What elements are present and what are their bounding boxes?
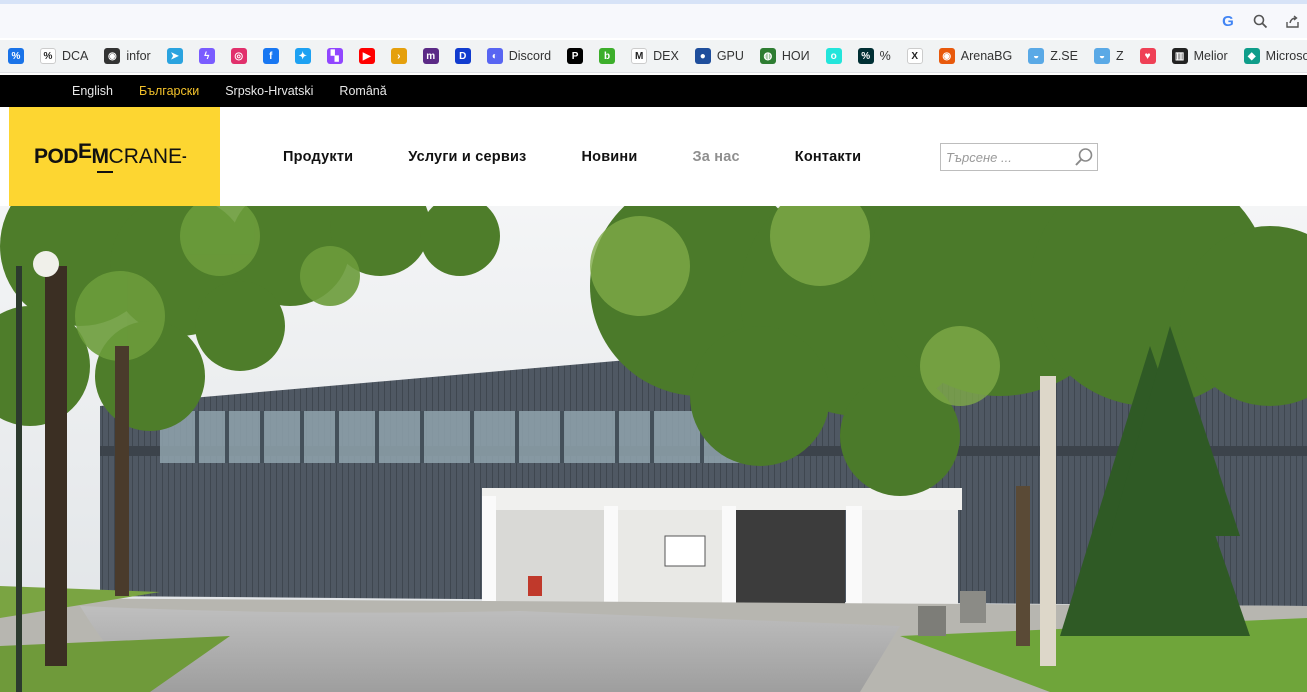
instagram-icon: ◎: [230, 48, 247, 64]
patreon-icon: P: [567, 48, 584, 64]
disney-icon: D: [454, 48, 471, 64]
bookmark-label: GPU: [716, 49, 744, 63]
bookmark--[interactable]: %%: [850, 40, 899, 72]
bookmark-instagram[interactable]: ◎: [223, 40, 255, 72]
m-icon: m: [422, 48, 439, 64]
bookmark-m[interactable]: m: [415, 40, 447, 72]
telegram-icon: ➤: [166, 48, 183, 64]
share-icon[interactable]: [1283, 12, 1301, 30]
bookmark-z[interactable]: ◒ Z: [1086, 40, 1132, 72]
nav-item[interactable]: Продукти: [283, 149, 353, 165]
bookmark-label: infor: [126, 49, 151, 63]
nav-item[interactable]: Услуги и сервиз: [408, 149, 526, 165]
bookmark-label: Discord: [508, 49, 552, 63]
bookmark-label: Melior: [1193, 49, 1228, 63]
language-link[interactable]: Български: [139, 84, 199, 98]
search-icon[interactable]: [1074, 147, 1094, 167]
bookmark-olx[interactable]: o: [818, 40, 850, 72]
facebook-icon: f: [262, 48, 279, 64]
olx-icon: o: [825, 48, 842, 64]
dex-icon: M: [631, 48, 648, 64]
bookmark-disney[interactable]: D: [447, 40, 479, 72]
search-input[interactable]: [941, 144, 1071, 170]
bookmark-patreon[interactable]: P: [559, 40, 591, 72]
bookmark-pocket[interactable]: ♥: [1132, 40, 1164, 72]
bookmark-plex[interactable]: ›: [383, 40, 415, 72]
bookmark-youtube[interactable]: ▶: [351, 40, 383, 72]
bookmark-facebook[interactable]: f: [255, 40, 287, 72]
percent-icon: %: [857, 48, 874, 64]
bookmark-label: DCA: [62, 49, 89, 63]
logo[interactable]: PODEMCRANE-: [9, 107, 220, 206]
main-nav: Продукти Услуги и сервиз Новини За нас Конта…: [283, 149, 861, 165]
browser-address-row: G: [0, 4, 1307, 38]
pocket-icon: ♥: [1139, 48, 1156, 64]
browser-toolbar-icons: G: [1219, 12, 1307, 30]
bookmark-gpu[interactable]: ● GPU: [687, 40, 752, 72]
globe-icon: ◉: [104, 48, 121, 64]
bookmark-telegram[interactable]: ➤: [159, 40, 191, 72]
twitter-icon: ✦: [294, 48, 311, 64]
bookmark-label: Microsof: [1265, 49, 1307, 63]
bookmark-microsof[interactable]: ◆ Microsof: [1236, 40, 1307, 72]
bookmark-label: Z.SE: [1050, 49, 1078, 63]
messenger-icon: ϟ: [198, 48, 215, 64]
language-link[interactable]: Srpsko-Hrvatski: [225, 84, 313, 98]
bookmark-dca[interactable]: % DCA: [32, 40, 96, 72]
hero-photo-building: [0, 206, 1307, 692]
discord-icon: ◐: [486, 48, 503, 64]
logo-wordmark: PODEMCRANE-: [34, 140, 187, 168]
bookmark-arenabg[interactable]: ◉ ArenaBG: [931, 40, 1020, 72]
language-link[interactable]: Română: [339, 84, 386, 98]
x-icon: X: [906, 48, 923, 64]
nav-item[interactable]: За нас: [693, 149, 740, 165]
language-link[interactable]: English: [72, 84, 113, 98]
b-icon: b: [599, 48, 616, 64]
arenabg-icon: ◉: [938, 48, 955, 64]
globe-icon: ●: [694, 48, 711, 64]
logo-underline: [97, 171, 113, 173]
drop-icon: ◒: [1028, 48, 1045, 64]
bookmark-percent[interactable]: %: [0, 40, 32, 72]
gem-icon: ◆: [1243, 48, 1260, 64]
bookmark-x[interactable]: X: [899, 40, 931, 72]
bookmark-label: ArenaBG: [960, 49, 1013, 63]
bookmark-infor[interactable]: ◉ infor: [96, 40, 158, 72]
bookmark-melior[interactable]: ▥ Melior: [1164, 40, 1236, 72]
bookmark-b[interactable]: b: [591, 40, 623, 72]
hero-image: [0, 206, 1307, 692]
nav-item[interactable]: Контакти: [795, 149, 862, 165]
bookmark-messenger[interactable]: ϟ: [191, 40, 223, 72]
bookmark-z-se[interactable]: ◒ Z.SE: [1020, 40, 1086, 72]
melior-icon: ▥: [1171, 48, 1188, 64]
bookmark-label: НОИ: [781, 49, 810, 63]
drop-icon: ◒: [1093, 48, 1110, 64]
plex-icon: ›: [390, 48, 407, 64]
percent-icon: %: [40, 48, 56, 64]
bookmarks-bar: %% DCA ◉ infor ➤ ϟ ◎ f ✦ ▚ ▶ › m D ◐ Discord Pb M DEX ● GPU ◍…: [0, 40, 1307, 73]
twitch-icon: ▚: [326, 48, 343, 64]
bookmark-dex[interactable]: M DEX: [623, 40, 687, 72]
bookmark-label: DEX: [653, 49, 679, 63]
bookmark-twitter[interactable]: ✦: [287, 40, 319, 72]
bookmark-twitch[interactable]: ▚: [319, 40, 351, 72]
bookmark-label: Z: [1115, 49, 1124, 63]
nav-item[interactable]: Новини: [581, 149, 637, 165]
bookmark-discord[interactable]: ◐ Discord: [479, 40, 559, 72]
bookmark-нои[interactable]: ◍ НОИ: [752, 40, 818, 72]
zoom-icon[interactable]: [1251, 12, 1269, 30]
google-icon[interactable]: G: [1219, 12, 1237, 30]
search-box: [940, 143, 1098, 171]
site-header: PODEMCRANE- Продукти Услуги и сервиз Новин…: [0, 107, 1307, 206]
percent-icon: %: [8, 48, 24, 64]
youtube-icon: ▶: [358, 48, 375, 64]
language-bar: English Български Srpsko-Hrvatski Română: [0, 75, 1307, 107]
bookmark-label: %: [879, 49, 891, 63]
noi-icon: ◍: [759, 48, 776, 64]
